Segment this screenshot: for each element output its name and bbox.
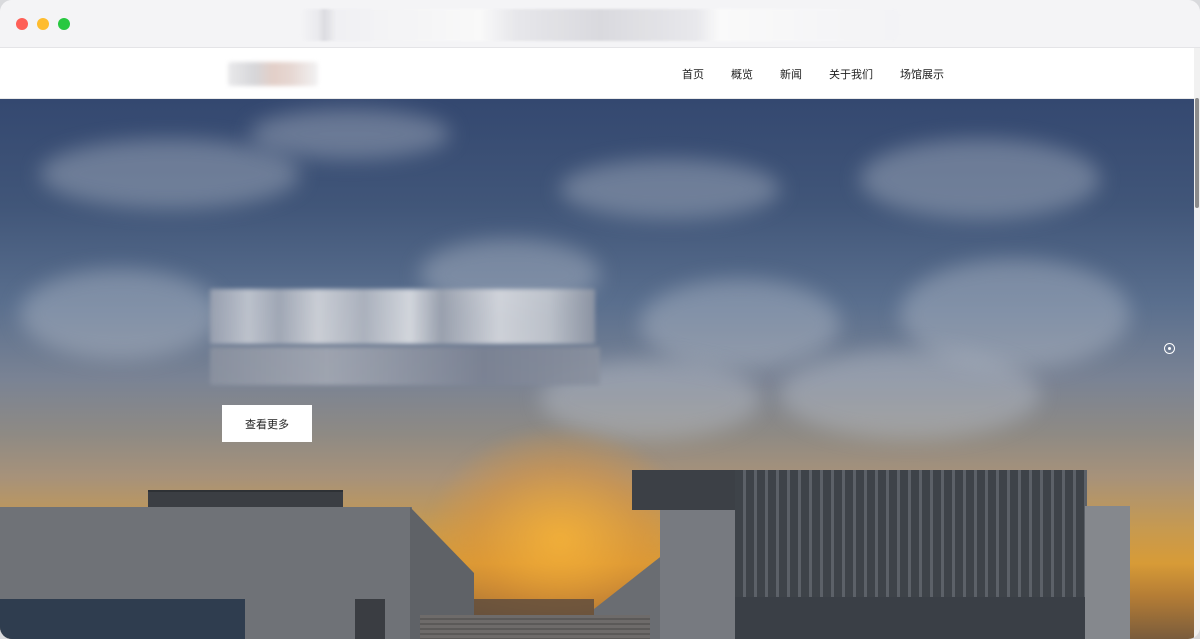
title-bar bbox=[0, 0, 1200, 48]
cloud bbox=[860, 139, 1100, 219]
right-building-facade bbox=[735, 470, 1087, 600]
menu-item-about[interactable]: 关于我们 bbox=[829, 66, 873, 82]
zoom-window-button[interactable] bbox=[58, 18, 70, 30]
right-building-base bbox=[735, 597, 1087, 639]
menu-item-venues[interactable]: 场馆展示 bbox=[900, 66, 944, 82]
cloud bbox=[250, 109, 450, 159]
right-building-end bbox=[1085, 506, 1130, 639]
cloud bbox=[560, 159, 780, 219]
site-logo[interactable] bbox=[228, 62, 318, 86]
scrollbar-thumb[interactable] bbox=[1195, 98, 1199, 208]
circle-dot-icon[interactable] bbox=[1164, 343, 1175, 354]
cloud bbox=[40, 139, 300, 209]
close-window-button[interactable] bbox=[16, 18, 28, 30]
left-building-glass bbox=[0, 599, 245, 639]
left-building-entrance bbox=[355, 599, 385, 639]
central-stairs bbox=[420, 615, 650, 639]
main-menu: 首页 概览 新闻 关于我们 场馆展示 bbox=[682, 48, 944, 99]
scrollbar[interactable] bbox=[1194, 48, 1200, 639]
address-bar[interactable] bbox=[300, 9, 900, 41]
menu-item-news[interactable]: 新闻 bbox=[780, 66, 802, 82]
site-header: 首页 概览 新闻 关于我们 场馆展示 bbox=[0, 48, 1194, 99]
right-building-tower bbox=[632, 470, 737, 510]
menu-item-home[interactable]: 首页 bbox=[682, 66, 704, 82]
cloud bbox=[780, 349, 1040, 439]
view-more-button[interactable]: 查看更多 bbox=[222, 405, 312, 442]
menu-item-overview[interactable]: 概览 bbox=[731, 66, 753, 82]
browser-window: 首页 概览 新闻 关于我们 场馆展示 查看更多 bbox=[0, 0, 1200, 639]
cloud bbox=[20, 269, 220, 359]
left-building-roof bbox=[148, 490, 343, 508]
hero-title bbox=[210, 289, 595, 344]
minimize-window-button[interactable] bbox=[37, 18, 49, 30]
hero-banner: 查看更多 bbox=[0, 99, 1194, 639]
cloud bbox=[640, 279, 840, 369]
hero-subtitle bbox=[210, 347, 600, 385]
